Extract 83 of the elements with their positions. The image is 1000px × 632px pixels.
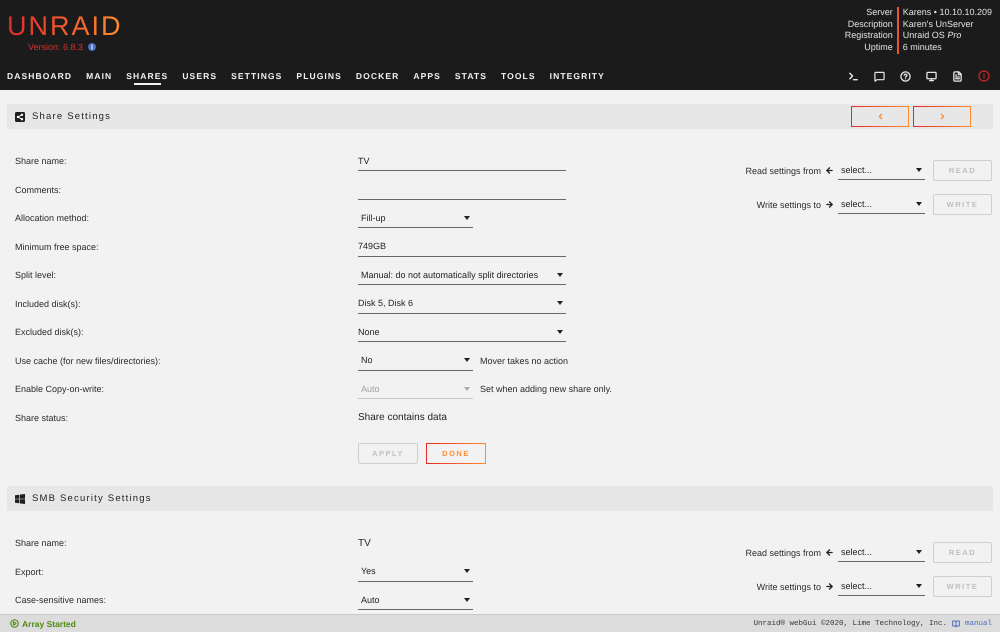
server-info-label: Server — [844, 7, 899, 19]
play-icon — [10, 619, 19, 628]
info-icon[interactable] — [88, 43, 96, 51]
next-button[interactable] — [913, 106, 971, 127]
chevron-right-icon — [938, 112, 946, 121]
nav-tab[interactable]: DASHBOARD — [7, 67, 72, 85]
copy-settings-label: Write settings to — [756, 582, 821, 592]
select-field[interactable]: Yes — [358, 562, 473, 582]
field-label: Share name: — [15, 156, 68, 166]
nav-tab[interactable]: STATS — [454, 67, 487, 85]
monitor-icon[interactable] — [926, 70, 937, 82]
field-value: Share contains data — [358, 412, 447, 424]
section-title: Share Settings — [32, 111, 112, 122]
caret-icon — [916, 202, 922, 206]
arrow-right-icon — [825, 200, 834, 209]
message-icon[interactable] — [874, 70, 885, 82]
field-note: Mover takes no action — [480, 356, 568, 366]
field-note: Set when adding new share only. — [480, 384, 612, 394]
server-info-value: Unraid OS Pro — [902, 30, 962, 42]
help-icon[interactable] — [900, 70, 911, 82]
version-text: Version: 6.8.3 — [28, 42, 84, 52]
document-icon[interactable] — [952, 70, 963, 82]
server-info-value: Karen's UnServer — [902, 18, 975, 30]
nav-tab[interactable]: MAIN — [86, 67, 112, 85]
section-title: SMB Security Settings — [32, 493, 153, 504]
server-info-label: Registration — [844, 30, 899, 42]
caret-icon — [916, 550, 922, 554]
caret-icon — [557, 272, 563, 277]
field-label: Export: — [15, 566, 45, 577]
select-field[interactable]: No — [358, 350, 473, 371]
nav-tab[interactable]: TOOLS — [501, 67, 536, 85]
terminal-icon[interactable] — [848, 70, 859, 82]
field-label: Allocation method: — [15, 213, 90, 224]
server-info-label: Uptime — [844, 42, 899, 54]
copy-settings-label: Read settings from — [745, 166, 821, 176]
select-field[interactable]: Fill-up — [358, 208, 473, 228]
caret-icon — [464, 598, 470, 602]
field-label: Enable Copy-on-write: — [15, 384, 106, 394]
arrow-left-icon — [825, 166, 834, 175]
copy-settings-label: Read settings from — [745, 548, 821, 558]
input-field[interactable]: 749GB — [358, 236, 566, 257]
nav-tab[interactable]: SHARES — [126, 67, 168, 85]
server-info-value: Karens • 10.10.10.209 — [902, 7, 992, 19]
alert-icon[interactable] — [978, 70, 990, 82]
field-label: Share status: — [15, 412, 70, 423]
caret-icon — [464, 216, 470, 220]
nav-tab[interactable]: SETTINGS — [231, 67, 282, 85]
server-info-label: Description — [844, 18, 899, 30]
arrow-right-icon — [825, 582, 834, 591]
server-info-value: 6 minutes — [902, 42, 943, 54]
caret-icon — [557, 301, 563, 306]
field-label: Excluded disk(s): — [15, 327, 85, 338]
caret-icon — [464, 569, 470, 574]
field-label: Share name: — [15, 538, 68, 548]
nav-tab[interactable]: DOCKER — [356, 67, 400, 85]
field-label: Case-sensitive names: — [15, 595, 108, 606]
field-label: Minimum free space: — [15, 242, 100, 252]
arrow-left-icon — [825, 548, 834, 557]
nav-tab[interactable]: INTEGRITY — [550, 67, 605, 85]
field-label: Comments: — [15, 184, 62, 195]
caret-icon — [557, 330, 563, 334]
field-value: TV — [358, 538, 371, 549]
field-label: Split level: — [15, 270, 58, 280]
select-field[interactable]: None — [358, 322, 566, 342]
caret-icon — [916, 168, 922, 172]
field-label: Included disk(s): — [15, 298, 82, 309]
copy-settings-label: Write settings to — [756, 200, 821, 210]
book-icon — [952, 620, 960, 628]
select-field[interactable]: Auto — [358, 590, 473, 610]
caret-icon — [464, 358, 470, 362]
share-icon — [15, 112, 25, 122]
caret-icon — [464, 386, 470, 391]
nav-tab[interactable]: APPS — [413, 67, 441, 85]
field-label: Use cache (for new files/directories): — [15, 356, 162, 366]
array-status: Array Started — [22, 618, 76, 628]
select-field[interactable]: Manual: do not automatically split directories — [358, 265, 566, 286]
caret-icon — [916, 584, 922, 588]
nav-tab[interactable]: USERS — [182, 67, 218, 85]
input-field[interactable]: TV — [358, 151, 566, 172]
previous-button[interactable] — [851, 106, 909, 127]
nav-tab[interactable]: PLUGINS — [296, 67, 342, 85]
select-field[interactable]: Disk 5, Disk 6 — [358, 294, 566, 314]
windows-icon — [15, 494, 25, 504]
